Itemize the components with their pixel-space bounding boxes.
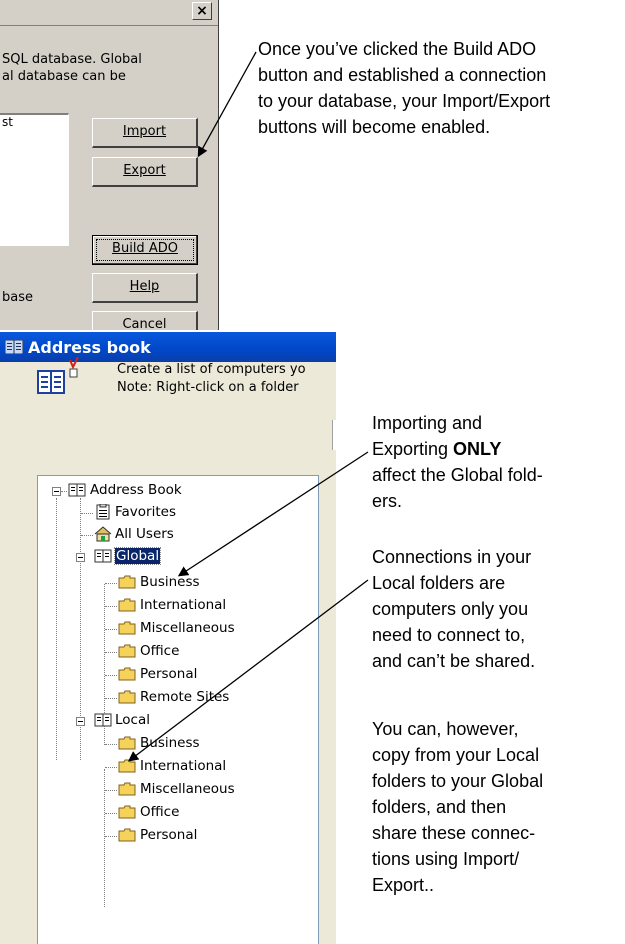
arrow-to-import-export — [197, 51, 257, 158]
arrow-to-global-folder — [177, 451, 369, 577]
callout-arrows — [127, 51, 369, 762]
arrow-to-local-folder — [127, 579, 369, 762]
